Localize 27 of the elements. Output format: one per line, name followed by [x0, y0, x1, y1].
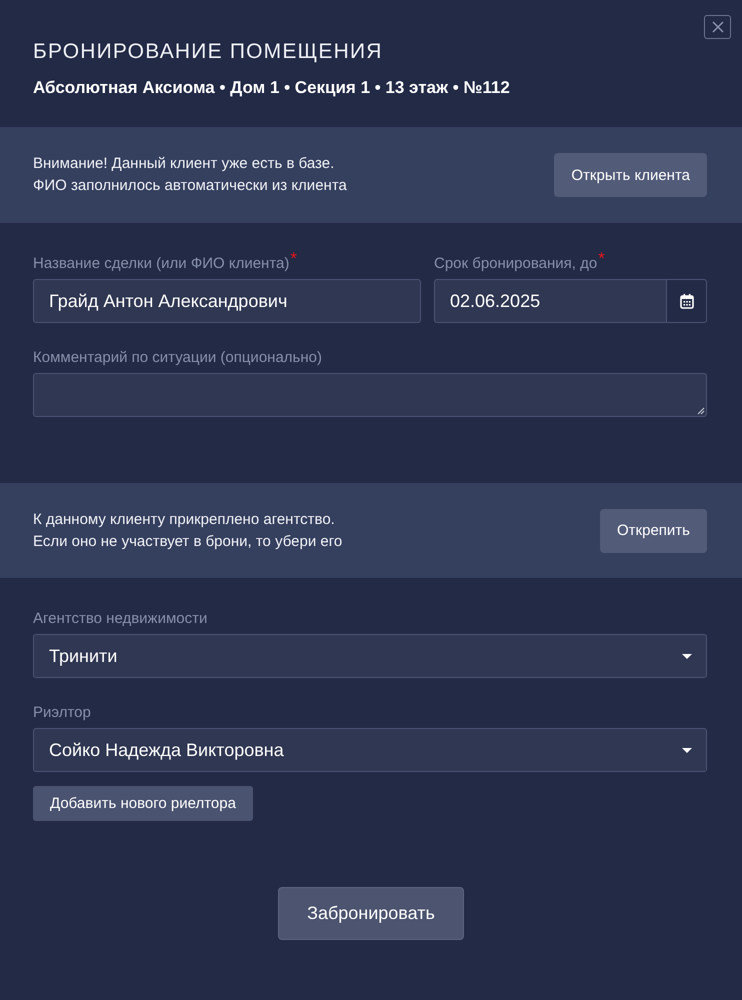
- field-label: Риэлтор: [33, 704, 91, 721]
- required-mark: *: [290, 249, 298, 269]
- add-realtor-button[interactable]: Добавить нового риелтора: [33, 786, 253, 821]
- realtor-select[interactable]: Сойко Надежда Викторовна: [33, 728, 707, 772]
- calendar-icon: [680, 294, 694, 308]
- dropdown-caret-icon: [682, 748, 692, 752]
- comment-field[interactable]: [33, 373, 707, 417]
- resize-grip-icon: [697, 407, 705, 415]
- date-field[interactable]: 02.06.2025: [434, 279, 667, 323]
- field-label: Название сделки (или ФИО клиента): [33, 255, 290, 272]
- calendar-button[interactable]: [667, 279, 707, 323]
- dropdown-caret-icon: [682, 654, 692, 658]
- required-mark: *: [598, 249, 605, 269]
- input-field[interactable]: Грайд Антон Александрович: [33, 279, 421, 323]
- submit-button[interactable]: Забронировать: [278, 887, 464, 940]
- dialog-title: БРОНИРОВАНИЕ ПОМЕЩЕНИЯ: [33, 40, 384, 64]
- field-label: Срок бронирования, до: [434, 255, 598, 272]
- agency-select[interactable]: Тринити: [33, 634, 707, 678]
- detach-button[interactable]: Открепить: [600, 508, 707, 552]
- close-icon: [712, 21, 724, 33]
- notice-text: К данному клиенту прикреплено агентство. Если оно не участвует в брони, то убери его: [33, 510, 342, 552]
- dialog-subtitle: Абсолютная Аксиома • Дом 1 • Секция 1 • 13 этаж • №112: [33, 78, 511, 98]
- close-button[interactable]: [704, 15, 731, 39]
- notice-text: Внимание! Данный клиент уже есть в базе. ФИО заполнилось автоматически из клиента: [33, 154, 347, 196]
- field-label: Комментарий по ситуации (опционально): [33, 349, 322, 366]
- field-label: Агентство недвижимости: [33, 610, 208, 627]
- open-client-button[interactable]: Открыть клиента: [554, 153, 707, 197]
